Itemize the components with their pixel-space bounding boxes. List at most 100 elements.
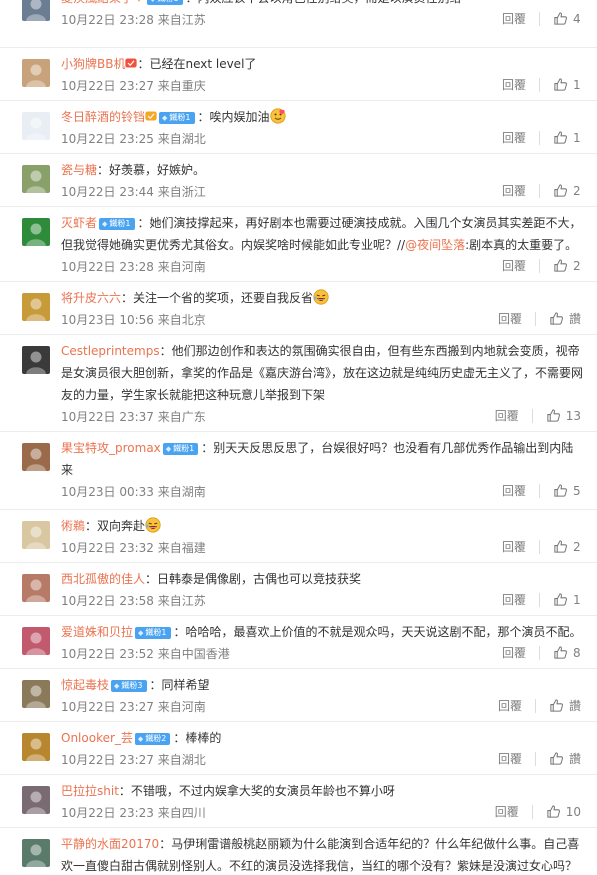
like-count[interactable]: 5 — [573, 484, 581, 498]
thumbs-up-icon[interactable] — [553, 11, 568, 26]
user-avatar[interactable] — [22, 0, 50, 21]
user-avatar[interactable] — [22, 443, 50, 471]
reply-button[interactable]: 回覆 — [502, 538, 526, 555]
user-avatar[interactable] — [22, 293, 50, 321]
action-divider — [534, 311, 536, 326]
like-count[interactable]: 1 — [573, 593, 581, 607]
username-link[interactable]: 灭虾者 — [61, 216, 97, 230]
username-link[interactable]: 術鵜 — [61, 519, 85, 533]
like-count[interactable]: 讚 — [569, 697, 581, 714]
comment-item: 平静的水面20170：马伊琍雷谱般桃赵丽颖为什么能演到合适年纪的？什么年纪做什么… — [0, 828, 597, 875]
reply-button[interactable]: 回覆 — [502, 182, 526, 199]
user-avatar[interactable] — [22, 59, 50, 87]
comment-actions: 回覆 2 — [502, 257, 581, 274]
comment-text: 将升皮六六：关注一个省的奖项，还要自我反省 — [61, 287, 585, 309]
user-avatar[interactable] — [22, 786, 50, 814]
reply-button[interactable]: 回覆 — [502, 257, 526, 274]
like-count[interactable]: 2 — [573, 259, 581, 273]
action-divider — [539, 592, 540, 607]
comment-meta: 10月22日 23:27 来自重庆 — [61, 79, 206, 93]
thumbs-up-icon[interactable] — [549, 311, 564, 326]
comment-text: 小狗牌BB机 ：已经在next level了 — [61, 53, 585, 75]
username-link[interactable]: 平静的水面20170 — [61, 837, 159, 851]
user-avatar[interactable] — [22, 574, 50, 602]
username-link[interactable]: 小狗牌BB机 — [61, 57, 125, 71]
user-avatar[interactable] — [22, 627, 50, 655]
like-count[interactable]: 1 — [573, 78, 581, 92]
thumbs-up-icon[interactable] — [553, 645, 568, 660]
comment-meta: 10月22日 23:28 来自河南 — [61, 260, 206, 274]
user-avatar[interactable] — [22, 733, 50, 761]
username-link[interactable]: Cestleprintemps — [61, 344, 160, 358]
comment-text: 灭虾者鐵粉1：她们演技撑起来，再好剧本也需要过硬演技成就。入围几个女演员其实差距… — [61, 212, 585, 256]
comment-text: 爱道姝和贝拉鐵粉1：哈哈哈，最喜欢上价值的不就是观众吗，天天说这剧不配，那个演员… — [61, 621, 585, 643]
username-link[interactable]: 果宝特攻_promax — [61, 441, 161, 455]
username-link[interactable]: 巴拉拉shit — [61, 784, 119, 798]
comment-text: 果宝特攻_promax鐵粉1：别天天反思反思了，台娱很好吗？也没看有几部优秀作品… — [61, 437, 585, 481]
thumbs-up-icon[interactable] — [546, 408, 561, 423]
like-count[interactable]: 讚 — [569, 310, 581, 327]
like-count[interactable]: 8 — [573, 646, 581, 660]
reply-button[interactable]: 回覆 — [498, 697, 522, 714]
comment-content: ：不错哦，不过内娱拿大奖的女演员年龄也不算小呀 — [118, 784, 395, 798]
thumbs-up-icon[interactable] — [553, 77, 568, 92]
thumbs-up-icon[interactable] — [553, 130, 568, 145]
username-link[interactable]: Onlooker_芸 — [61, 731, 133, 745]
username-link[interactable]: 夏疾風結束了 — [61, 0, 133, 5]
reply-button[interactable]: 回覆 — [495, 803, 519, 820]
username-link[interactable]: 将升皮六六 — [61, 291, 121, 305]
like-count[interactable]: 1 — [573, 131, 581, 145]
reply-button[interactable]: 回覆 — [502, 482, 526, 499]
reply-button[interactable]: 回覆 — [502, 644, 526, 661]
comment-meta: 10月22日 23:27 来自湖北 — [61, 753, 206, 767]
thumbs-up-icon[interactable] — [553, 258, 568, 273]
comment-item: 夏疾風結束了 鐵粉1：内娱应该不会以角色性别给奖，而是以演员性别给 10月22日 2… — [0, 0, 597, 48]
user-avatar[interactable] — [22, 839, 50, 867]
reply-button[interactable]: 回覆 — [498, 750, 522, 767]
thumbs-up-icon[interactable] — [553, 483, 568, 498]
user-avatar[interactable] — [22, 346, 50, 374]
comment-item: 術鵜：双向奔赴 10月22日 23:32 来自福建 回覆 2 — [0, 510, 597, 563]
like-count[interactable]: 13 — [566, 409, 581, 423]
comment-actions: 回覆 2 — [502, 182, 581, 199]
action-divider — [534, 698, 536, 713]
badge-red-icon — [125, 58, 138, 68]
comment-actions: 回覆 13 — [495, 407, 581, 424]
comment-content: ：内娱应该不会以角色性别给奖，而是以演员性别给 — [186, 0, 462, 5]
user-avatar[interactable] — [22, 165, 50, 193]
heart-emoji — [269, 108, 286, 124]
thumbs-up-icon[interactable] — [549, 751, 564, 766]
like-count[interactable]: 4 — [573, 12, 581, 26]
comment-meta: 10月22日 23:37 来自广东 — [61, 410, 206, 424]
username-link[interactable]: 瓷与糖 — [61, 163, 97, 177]
reply-button[interactable]: 回覆 — [495, 407, 519, 424]
like-count[interactable]: 10 — [566, 805, 581, 819]
username-link[interactable]: 西北孤傲的佳人 — [61, 572, 145, 586]
user-avatar[interactable] — [22, 521, 50, 549]
reply-button[interactable]: 回覆 — [502, 591, 526, 608]
user-avatar[interactable] — [22, 218, 50, 246]
like-count[interactable]: 2 — [573, 540, 581, 554]
reply-button[interactable]: 回覆 — [498, 310, 522, 327]
comment-meta: 10月23日 10:56 来自北京 — [61, 313, 206, 327]
mention-link[interactable]: @夜间坠落 — [405, 238, 465, 252]
like-count[interactable]: 2 — [573, 184, 581, 198]
comment-actions: 回覆 5 — [502, 482, 581, 499]
thumbs-up-icon[interactable] — [549, 698, 564, 713]
reply-button[interactable]: 回覆 — [502, 129, 526, 146]
thumbs-up-icon[interactable] — [553, 183, 568, 198]
thumbs-up-icon[interactable] — [546, 804, 561, 819]
username-link[interactable]: 惊起毒枝 — [61, 678, 109, 692]
username-link[interactable]: 冬日醉酒的铃铛 — [61, 110, 145, 124]
reply-button[interactable]: 回覆 — [502, 10, 526, 27]
action-divider — [539, 645, 540, 660]
username-link[interactable]: 爱道姝和贝拉 — [61, 625, 133, 639]
like-count[interactable]: 讚 — [569, 750, 581, 767]
user-avatar[interactable] — [22, 680, 50, 708]
thumbs-up-icon[interactable] — [553, 592, 568, 607]
badge-gold-icon — [145, 111, 157, 121]
comment-item: 瓷与糖：好羡慕，好嫉妒。 10月22日 23:44 来自浙江 回覆 2 — [0, 154, 597, 207]
user-avatar[interactable] — [22, 112, 50, 140]
reply-button[interactable]: 回覆 — [502, 76, 526, 93]
thumbs-up-icon[interactable] — [553, 539, 568, 554]
